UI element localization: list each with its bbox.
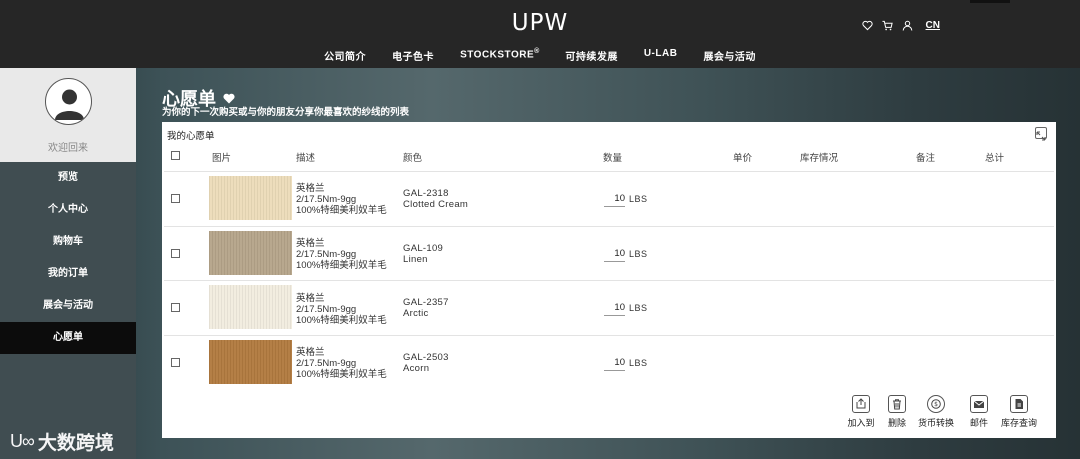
row-divider [164,226,1054,227]
col-header-quantity: 数量 [603,153,623,164]
col-header-stock: 库存情况 [800,153,839,164]
col-header-unit-price: 单价 [733,153,753,164]
user-icon[interactable] [902,20,913,31]
currency-convert-button[interactable]: $ 货币转换 [916,395,956,429]
header-icons: CN [861,20,940,31]
col-header-notes: 备注 [916,153,936,164]
quantity-input[interactable]: 10 [604,302,625,316]
row-checkbox[interactable] [171,194,180,203]
quantity-unit: LBS [629,358,648,368]
user-avatar-icon [55,89,84,120]
item-description: 英格兰 2/17.5Nm-9gg 100%特细美利奴羊毛 [296,293,387,326]
nav-item-ulab[interactable]: U-LAB [644,48,678,63]
row-checkbox[interactable] [171,358,180,367]
item-color: GAL-2357 Arctic [403,297,449,319]
main-nav: 公司简介 电子色卡 STOCKSTORE® 可持续发展 U-LAB 展会与活动 [0,48,1080,63]
watermark-logo: U∞ 大数跨境 [10,428,114,455]
quantity-unit: LBS [629,303,648,313]
nav-item-stockstore[interactable]: STOCKSTORE® [460,48,539,63]
yarn-swatch-image[interactable] [209,340,292,384]
row-checkbox[interactable] [171,249,180,258]
col-header-description: 描述 [296,153,316,164]
sidebar-item-events[interactable]: 展会与活动 [0,290,136,322]
profile-card: 欢迎回来 [0,68,136,162]
registered-mark: ® [534,48,540,55]
add-to-icon [852,395,870,413]
sidebar-item-cart[interactable]: 购物车 [0,226,136,258]
sidebar-item-overview[interactable]: 预览 [0,162,136,194]
quantity-input[interactable]: 10 [604,248,625,262]
nav-item-events[interactable]: 展会与活动 [703,48,756,63]
nav-item-company[interactable]: 公司简介 [324,48,366,63]
heart-icon[interactable] [861,20,873,31]
heart-icon [223,93,235,103]
row-divider [164,171,1054,172]
item-color: GAL-2318 Clotted Cream [403,188,469,210]
sidebar-item-profile[interactable]: 个人中心 [0,194,136,226]
watermark-mark: U∞ [10,431,35,451]
item-description: 英格兰 2/17.5Nm-9gg 100%特细美利奴羊毛 [296,347,387,380]
select-all-checkbox[interactable] [171,151,180,160]
welcome-text: 欢迎回来 [48,143,88,154]
sidebar-menu: 预览 个人中心 购物车 我的订单 展会与活动 心愿单 [0,162,136,354]
row-checkbox[interactable] [171,303,180,312]
watermark-text: 大数跨境 [37,433,114,454]
expand-icon[interactable] [1035,127,1047,141]
col-header-image: 图片 [212,153,232,164]
quantity-input[interactable]: 10 [604,357,625,371]
nav-item-sustainability[interactable]: 可持续发展 [565,48,618,63]
nav-item-color-card[interactable]: 电子色卡 [392,48,434,63]
item-color: GAL-2503 Acorn [403,352,449,374]
svg-text:$: $ [934,401,938,408]
add-to-button[interactable]: 加入到 [841,395,881,429]
quantity-input[interactable]: 10 [604,193,625,207]
yarn-swatch-image[interactable] [209,231,292,275]
wishlist-actions: 加入到 删除 $ 货币转换 邮件 库存查询 [162,395,1056,435]
cart-icon[interactable] [882,20,893,31]
page-subtitle: 为你的下一次购买或与你的朋友分享你最喜欢的纱线的列表 [162,107,410,118]
item-color: GAL-109 Linen [403,243,444,265]
yarn-swatch-image[interactable] [209,285,292,329]
row-divider [164,335,1054,336]
top-tab-notch [970,0,1010,3]
currency-icon: $ [927,395,945,413]
trash-icon [888,395,906,413]
quantity-unit: LBS [629,194,648,204]
quantity-unit: LBS [629,249,648,259]
panel-title: 我的心愿单 [167,131,215,142]
item-description: 英格兰 2/17.5Nm-9gg 100%特细美利奴羊毛 [296,238,387,271]
document-icon [1010,395,1028,413]
sidebar-item-orders[interactable]: 我的订单 [0,258,136,290]
col-header-color: 颜色 [403,153,423,164]
account-sidebar: 欢迎回来 预览 个人中心 购物车 我的订单 展会与活动 心愿单 [0,68,136,459]
language-switch[interactable]: CN [926,20,940,31]
stock-check-button[interactable]: 库存查询 [999,395,1039,429]
row-divider [164,280,1054,281]
email-button[interactable]: 邮件 [959,395,999,429]
top-header: UPW 公司简介 电子色卡 STOCKSTORE® 可持续发展 U-LAB 展会… [0,0,1080,68]
mail-icon [970,395,988,413]
delete-button[interactable]: 删除 [877,395,917,429]
item-description: 英格兰 2/17.5Nm-9gg 100%特细美利奴羊毛 [296,183,387,216]
wishlist-panel: 我的心愿单 图片 描述 颜色 数量 单价 库存情况 备注 总计 英格兰 2/17.… [162,122,1056,438]
expand-arrows-icon [1036,131,1046,141]
col-header-total: 总计 [985,153,1005,164]
avatar[interactable] [45,78,92,125]
sidebar-item-wishlist[interactable]: 心愿单 [0,322,136,354]
yarn-swatch-image[interactable] [209,176,292,220]
